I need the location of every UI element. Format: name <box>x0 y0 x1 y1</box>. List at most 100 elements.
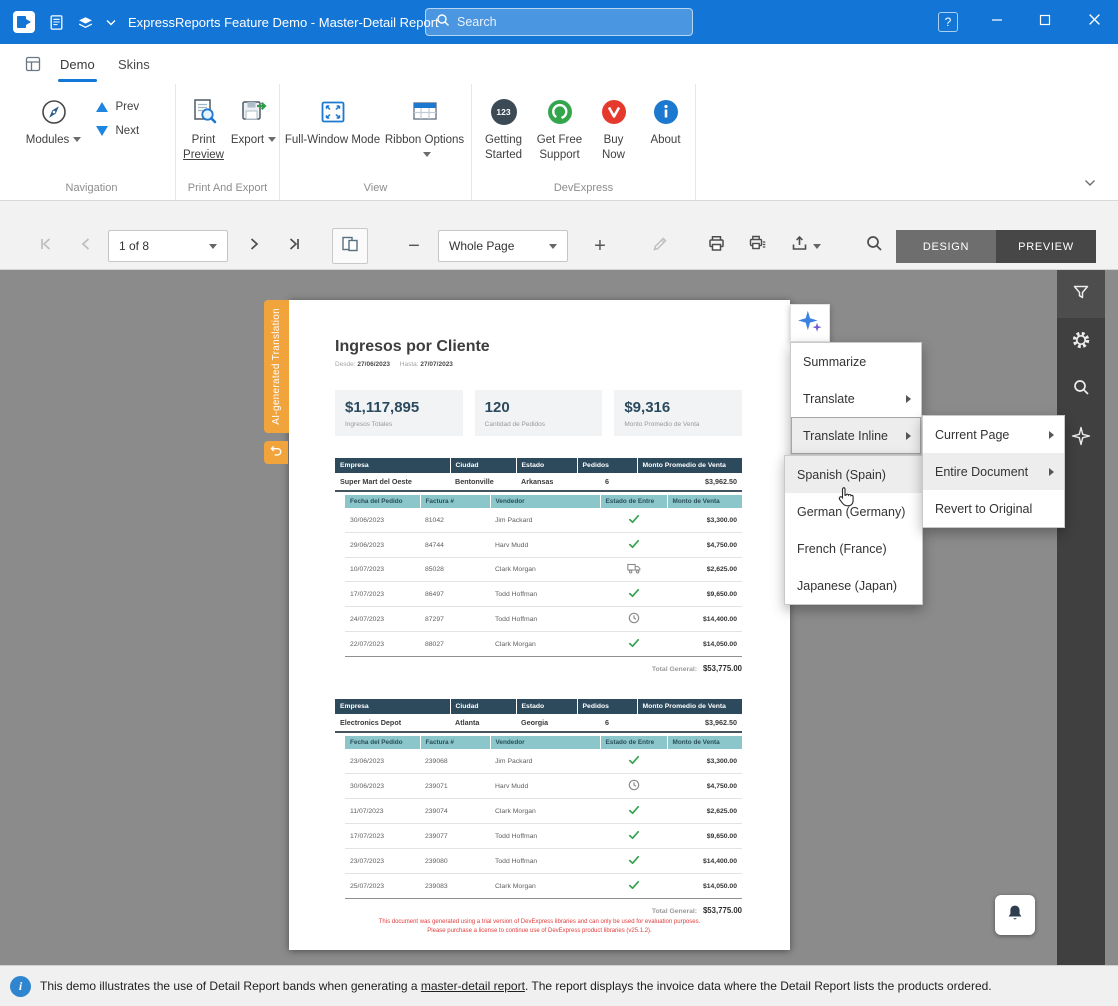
report-title: Ingresos por Cliente <box>335 338 742 356</box>
company-cell: Super Mart del Oeste <box>335 473 450 491</box>
menu-item-revert-to-original[interactable]: Revert to Original <box>923 490 1064 527</box>
prev-page-button[interactable] <box>68 228 104 264</box>
layers-icon[interactable] <box>77 14 94 31</box>
menu-item-translate[interactable]: Translate <box>791 380 921 417</box>
preview-button[interactable]: PREVIEW <box>996 230 1096 263</box>
ribbon-options-label: Ribbon Options <box>385 134 464 146</box>
menu-item-entire-document[interactable]: Entire Document <box>923 453 1064 490</box>
getting-started-button[interactable]: 123 Getting Started <box>476 93 532 163</box>
vendor-cell: Todd Hoffman <box>490 582 600 607</box>
ribbon-group-print-export: Print Preview Export Print And Export <box>176 84 280 200</box>
maximize-button[interactable] <box>1022 0 1068 44</box>
amount-cell: $4,750.00 <box>667 774 742 799</box>
report-section: Empresa Ciudad Estado Pedidos Monto Prom… <box>335 458 742 673</box>
city-cell: Atlanta <box>450 714 516 732</box>
detail-row: 24/07/202387297Todd Hoffman$14,400.00 <box>345 607 742 632</box>
compass-icon <box>39 96 69 128</box>
prev-button[interactable]: Prev <box>96 101 172 113</box>
get-free-support-button[interactable]: Get Free Support <box>532 93 588 163</box>
company-cell: Electronics Depot <box>335 714 450 732</box>
search-box[interactable] <box>425 8 693 36</box>
bell-icon <box>1005 903 1025 928</box>
chevron-down-icon <box>549 244 557 249</box>
minimize-icon <box>991 13 1003 31</box>
invoice-cell: 88027 <box>420 632 490 657</box>
notification-bell-button[interactable] <box>995 895 1035 935</box>
disclaimer-line2: Please purchase a license to continue us… <box>289 927 790 937</box>
minimize-button[interactable] <box>974 0 1020 44</box>
dropdown-caret-icon <box>423 152 431 157</box>
master-header: Monto Promedio de Venta <box>637 699 742 714</box>
clock-icon <box>628 786 640 793</box>
detail-row: 17/07/202386497Todd Hoffman$9,650.00 <box>345 582 742 607</box>
delivery-status-cell <box>600 874 667 899</box>
document-search-button[interactable] <box>856 228 892 264</box>
invoice-cell: 81042 <box>420 508 490 533</box>
ai-assistant-button[interactable] <box>790 304 830 342</box>
order-date-cell: 23/06/2023 <box>345 749 420 774</box>
master-header: Empresa <box>335 458 450 473</box>
detail-row: 30/06/2023239071Harv Mudd$4,750.00 <box>345 774 742 799</box>
tab-skins[interactable]: Skins <box>118 44 150 84</box>
right-sidebar <box>1057 270 1105 965</box>
page-select[interactable]: 1 of 8 <box>108 230 228 262</box>
app-logo-icon[interactable] <box>12 10 36 34</box>
search-input[interactable] <box>457 15 682 29</box>
multipage-view-button[interactable] <box>332 228 368 264</box>
last-page-button[interactable] <box>276 228 312 264</box>
order-date-cell: 23/07/2023 <box>345 849 420 874</box>
settings-button[interactable] <box>1057 318 1105 366</box>
qat-customize-chevron-icon[interactable] <box>106 19 116 26</box>
zoom-select[interactable]: Whole Page <box>438 230 568 262</box>
filter-button[interactable] <box>1057 270 1105 318</box>
edit-button[interactable] <box>642 228 678 264</box>
modules-button[interactable]: Modules <box>12 93 96 148</box>
menu-item-french[interactable]: French (France) <box>785 530 922 567</box>
dropdown-caret-icon <box>268 137 276 142</box>
export-document-button[interactable] <box>782 228 828 264</box>
submenu-arrow-icon <box>1049 431 1054 439</box>
menu-item-japanese[interactable]: Japanese (Japan) <box>785 567 922 604</box>
ribbon: Modules Prev Next Navigation Print Previ… <box>0 84 1118 201</box>
detail-header: Factura # <box>420 736 490 749</box>
state-cell: Arkansas <box>516 473 577 491</box>
zoom-in-button[interactable]: + <box>582 228 618 264</box>
dropdown-caret-icon <box>73 137 81 142</box>
buy-now-button[interactable]: Buy Now <box>588 93 640 163</box>
application-menu-icon[interactable] <box>24 55 42 78</box>
first-page-button[interactable] <box>28 228 64 264</box>
help-button[interactable]: ? <box>928 0 968 44</box>
menu-item-label: Revert to Original <box>935 502 1032 516</box>
export-button[interactable]: Export <box>230 93 278 148</box>
menu-item-summarize[interactable]: Summarize <box>791 343 921 380</box>
full-window-mode-button[interactable]: Full-Window Mode <box>284 93 382 148</box>
design-button[interactable]: DESIGN <box>896 230 996 263</box>
ai-translation-tab[interactable]: AI-generated Translation <box>264 300 289 433</box>
order-date-cell: 22/07/2023 <box>345 632 420 657</box>
menu-item-translate-inline[interactable]: Translate Inline <box>791 417 921 454</box>
delivery-status-cell <box>600 508 667 533</box>
undo-translation-button[interactable] <box>264 441 288 464</box>
modules-label: Modules <box>26 134 69 146</box>
print-preview-button[interactable]: Print Preview <box>178 93 230 163</box>
ribbon-collapse-chevron-icon[interactable] <box>1084 174 1096 192</box>
print-button[interactable] <box>698 228 734 264</box>
close-button[interactable] <box>1070 0 1118 44</box>
delivery-status-cell <box>600 607 667 632</box>
delivery-status-cell <box>600 849 667 874</box>
report-document-icon[interactable] <box>48 14 65 31</box>
zoom-out-button[interactable]: − <box>396 228 432 264</box>
detail-header: Estado de Entre <box>600 495 667 508</box>
ribbon-options-button[interactable]: Ribbon Options <box>382 93 468 163</box>
quick-print-button[interactable] <box>739 228 775 264</box>
about-button[interactable]: About <box>640 93 692 148</box>
master-header: Ciudad <box>450 699 516 714</box>
search-panel-button[interactable] <box>1057 366 1105 414</box>
next-button[interactable]: Next <box>96 125 172 137</box>
menu-item-current-page[interactable]: Current Page <box>923 416 1064 453</box>
sparkles-icon <box>1071 426 1091 451</box>
tab-demo[interactable]: Demo <box>60 44 95 84</box>
next-page-button[interactable] <box>236 228 272 264</box>
status-link[interactable]: master-detail report <box>421 979 525 993</box>
order-date-cell: 11/07/2023 <box>345 799 420 824</box>
